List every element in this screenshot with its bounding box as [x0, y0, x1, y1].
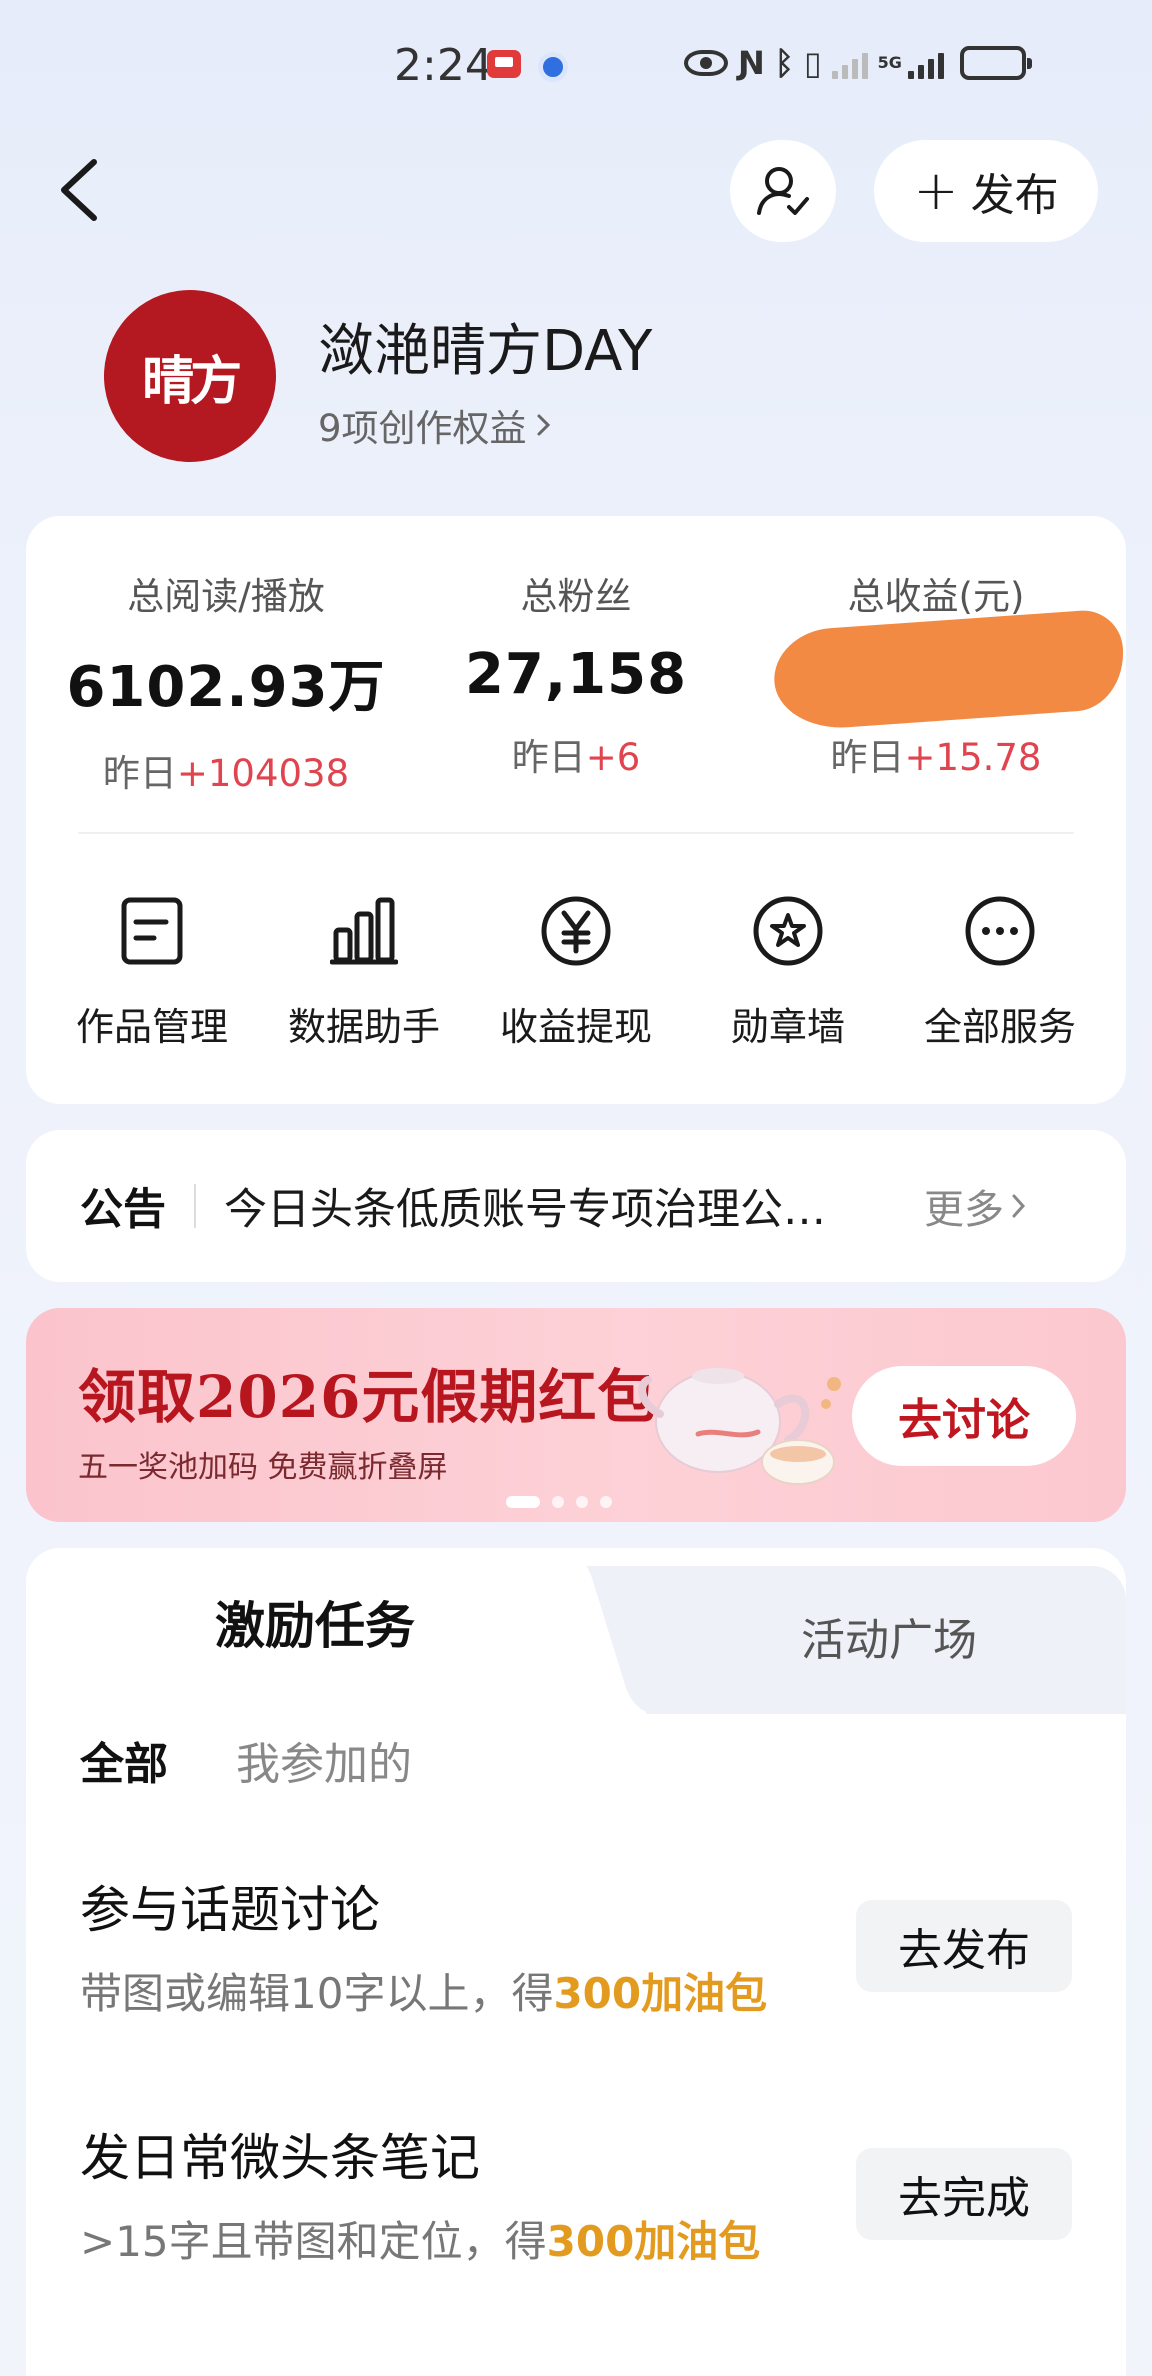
- status-bar: 2:24 Ɲ ᛒ ▯ 5G: [0, 0, 1152, 135]
- notice-bar[interactable]: 公告 今日头条低质账号专项治理公… 更多: [26, 1130, 1126, 1282]
- nfc-icon: Ɲ: [738, 44, 765, 82]
- medal-icon: [753, 896, 823, 966]
- blue-app-icon: [538, 52, 568, 82]
- promo-banner[interactable]: 领取2026元假期红包 五一奖池加码 免费赢折叠屏 去讨论: [26, 1308, 1126, 1522]
- service-withdraw[interactable]: 收益提现: [470, 886, 682, 1051]
- status-time: 2:24: [394, 40, 493, 91]
- stat-label: 总阅读/播放: [127, 575, 325, 618]
- signal-5g-icon: [907, 47, 944, 79]
- task-desc-text: 带图或编辑10字以上，得: [80, 1969, 554, 2018]
- publish-label: 发布: [970, 170, 1059, 221]
- divider: [78, 832, 1074, 834]
- red-app-icon: [487, 50, 521, 78]
- task-reward: 300加油包: [553, 1969, 768, 2018]
- task-reward: 300加油包: [546, 2217, 761, 2266]
- carousel-dot: [576, 1496, 588, 1508]
- network-type: 5G: [877, 53, 902, 72]
- service-label: 全部服务: [923, 1005, 1076, 1049]
- avatar-text: 晴方: [141, 350, 239, 412]
- banner-subtitle: 五一奖池加码 免费赢折叠屏: [78, 1450, 448, 1485]
- stat-delta: 昨日+104038: [56, 743, 396, 797]
- benefits-label: 9项创作权益: [318, 407, 527, 450]
- task-panel: 激励任务 活动广场 全部 我参加的 参与话题讨论 带图或编辑10字以上，得300…: [26, 1548, 1126, 2376]
- service-works[interactable]: 作品管理: [46, 886, 258, 1051]
- user-check-icon: [757, 167, 809, 215]
- delta-prefix: 昨日: [511, 736, 586, 779]
- stat-total-fans[interactable]: 总粉丝 27,158 昨日+6: [406, 566, 746, 781]
- back-button[interactable]: [52, 150, 112, 230]
- profile-name: 潋滟晴方DAY: [318, 319, 653, 384]
- stat-value: 27,158: [464, 642, 688, 707]
- carousel-dots: [506, 1496, 612, 1508]
- carousel-dot: [552, 1496, 564, 1508]
- stat-delta: 昨日+6: [406, 727, 746, 781]
- service-medals[interactable]: 勋章墙: [682, 886, 894, 1051]
- yuan-icon: [541, 896, 611, 966]
- notice-text: 今日头条低质账号专项治理公…: [224, 1185, 826, 1235]
- document-icon: [121, 897, 183, 965]
- chevron-left-icon: [61, 159, 97, 221]
- service-label: 数据助手: [287, 1005, 440, 1049]
- stat-delta: 昨日+15.78: [766, 727, 1106, 781]
- bluetooth-icon: ᛒ: [774, 44, 794, 82]
- user-switch-button[interactable]: [730, 140, 836, 242]
- battery-icon: [959, 46, 1032, 80]
- vibrate-icon: ▯: [803, 44, 822, 82]
- service-label: 收益提现: [499, 1005, 652, 1049]
- publish-button[interactable]: + 发布: [874, 140, 1098, 242]
- delta-value: +15.78: [904, 736, 1042, 779]
- bar-chart-icon: [330, 897, 398, 965]
- stat-total-reads[interactable]: 总阅读/播放 6102.93万 昨日+104038: [56, 566, 396, 797]
- service-label: 作品管理: [75, 1005, 228, 1049]
- avatar[interactable]: 晴方: [92, 278, 288, 474]
- plus-icon: +: [913, 159, 959, 222]
- benefits-link[interactable]: 9项创作权益: [318, 398, 553, 452]
- filter-all[interactable]: 全部: [80, 1728, 168, 1792]
- eye-icon: [684, 50, 728, 76]
- task-complete-button[interactable]: 去完成: [856, 2148, 1072, 2240]
- service-data[interactable]: 数据助手: [258, 886, 470, 1051]
- tab-activity-square[interactable]: 活动广场: [652, 1604, 1126, 1668]
- notice-title: 公告: [80, 1185, 166, 1235]
- tab-incentive-tasks[interactable]: 激励任务: [26, 1586, 604, 1658]
- delta-value: +6: [585, 736, 641, 779]
- task-publish-button[interactable]: 去发布: [856, 1900, 1072, 1992]
- carousel-dot: [506, 1496, 540, 1508]
- filter-joined[interactable]: 我参加的: [236, 1728, 412, 1792]
- more-label: 更多: [924, 1187, 1004, 1233]
- signal-off-icon: [831, 47, 868, 79]
- status-icons: Ɲ ᛒ ▯ 5G: [684, 44, 1032, 82]
- delta-prefix: 昨日: [830, 736, 905, 779]
- service-all[interactable]: 全部服务: [894, 886, 1106, 1051]
- more-icon: [965, 896, 1035, 966]
- chevron-right-icon: [1012, 1194, 1026, 1218]
- service-label: 勋章墙: [730, 1005, 845, 1049]
- banner-title: 领取2026元假期红包: [78, 1363, 657, 1431]
- teapot-illustration: [638, 1368, 841, 1485]
- task-desc-text: >15字且带图和定位，得: [80, 2217, 547, 2266]
- divider: [194, 1184, 196, 1228]
- stat-value: 6102.93万: [66, 655, 386, 720]
- delta-value: +104038: [176, 752, 350, 795]
- delta-prefix: 昨日: [102, 752, 177, 795]
- notice-more-link[interactable]: 更多: [924, 1177, 1028, 1235]
- chevron-right-icon: [537, 414, 550, 436]
- carousel-dot: [600, 1496, 612, 1508]
- stats-card: 总阅读/播放 6102.93万 昨日+104038 总粉丝 27,158 昨日+…: [26, 516, 1128, 1104]
- services-row: 作品管理 数据助手 收益提现 勋章墙 全部服务: [26, 886, 1126, 1051]
- stat-label: 总粉丝: [520, 575, 632, 618]
- banner-discuss-button[interactable]: 去讨论: [852, 1366, 1076, 1466]
